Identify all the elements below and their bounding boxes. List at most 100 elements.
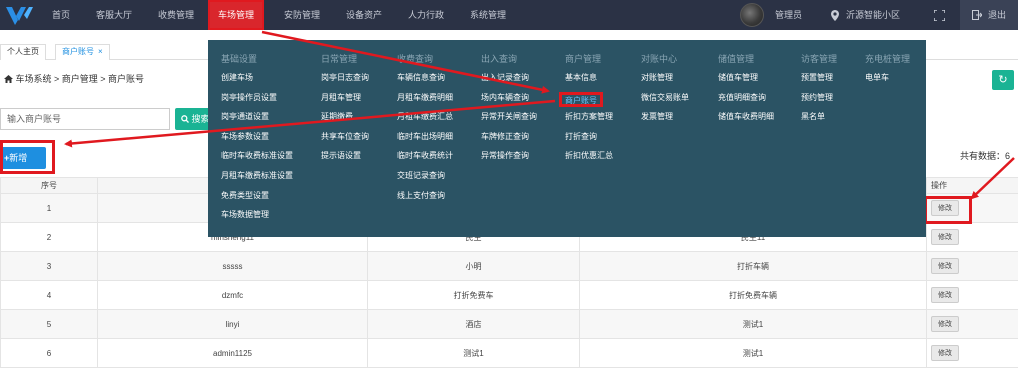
menu-item[interactable]: 岗亭操作员设置 [221,92,293,112]
menu-column-merchant-management: 商户管理 基本信息 商户账号 折扣方案管理 打折查询 折扣优惠汇总 [559,52,613,170]
menu-item[interactable]: 月租车管理 [321,92,369,112]
top-nav-bar: 首页 客服大厅 收费管理 车场管理 安防管理 设备资产 人力行政 系统管理 管理… [0,0,1018,30]
menu-item[interactable]: 车场数据管理 [221,209,293,229]
menu-column-title: 储值管理 [718,54,755,64]
row-index: 4 [0,280,98,310]
breadcrumb-text: 车场系统 > 商户管理 > 商户账号 [15,74,145,84]
breadcrumb: 车场系统 > 商户管理 > 商户账号 [4,72,144,85]
row-name: 打折免费车 [367,280,580,310]
search-input[interactable] [0,108,170,130]
nav-item-hr-admin[interactable]: 人力行政 [408,0,444,30]
nav-item-charge-management[interactable]: 收费管理 [158,0,194,30]
location-pin-icon [831,0,839,30]
menu-item[interactable]: 月租车缴费标准设置 [221,170,293,190]
edit-button[interactable]: 修改 [931,287,959,303]
menu-item[interactable]: 免费类型设置 [221,190,293,210]
menu-column-title: 充电桩管理 [865,54,911,64]
menu-item[interactable]: 共享车位查询 [321,131,369,151]
user-name[interactable]: 管理员 [775,0,802,30]
menu-column-charge-query: 收费查询 车辆信息查询 月租车缴费明细 月租车缴费汇总 临时车出场明细 临时车收… [397,52,453,209]
search-icon [181,114,192,124]
menu-column-charging-pile: 充电桩管理 电单车 [865,52,910,92]
row-discount: 打折免费车辆 [579,280,927,310]
row-index: 1 [0,193,98,223]
menu-column-title: 基础设置 [221,54,258,64]
menu-item[interactable]: 车场参数设置 [221,131,293,151]
row-discount: 测试1 [579,309,927,339]
menu-item[interactable]: 创建车场 [221,72,293,92]
table-row: 6 admin1125 测试1 测试1 修改 [0,338,1018,368]
edit-button[interactable]: 修改 [931,258,959,274]
edit-button[interactable]: 修改 [931,345,959,361]
menu-item[interactable]: 折扣优惠汇总 [565,150,613,170]
menu-item[interactable]: 储值车收费明细 [718,111,774,131]
avatar[interactable] [740,3,764,27]
app-logo[interactable] [4,3,34,27]
menu-item[interactable]: 预约管理 [801,92,837,112]
row-account: sssss [97,251,368,281]
close-icon[interactable]: × [98,47,103,56]
logout-button[interactable]: 退出 [960,0,1018,30]
table-row: 4 dzmfc 打折免费车 打折免费车辆 修改 [0,280,1018,310]
row-index: 3 [0,251,98,281]
menu-item[interactable]: 异常操作查询 [481,150,537,170]
menu-item[interactable]: 提示语设置 [321,150,369,170]
menu-item[interactable]: 打折查询 [565,131,613,151]
logout-icon [972,0,983,30]
menu-item[interactable]: 异常开关闸查询 [481,111,537,131]
refresh-icon: ↻ [998,74,1008,86]
row-name: 酒店 [367,309,580,339]
row-account: dzmfc [97,280,368,310]
nav-item-system-management[interactable]: 系统管理 [470,0,506,30]
tab-personal-home[interactable]: 个人主页 [0,44,46,60]
menu-item[interactable]: 线上支付查询 [397,190,453,210]
menu-item[interactable]: 临时车收费标准设置 [221,150,293,170]
menu-item[interactable]: 出入记录查询 [481,72,537,92]
row-discount: 测试1 [579,338,927,368]
nav-item-parking-management[interactable]: 车场管理 [208,0,265,30]
menu-item[interactable]: 车辆信息查询 [397,72,453,92]
menu-item[interactable]: 月租车缴费汇总 [397,111,453,131]
refresh-button[interactable]: ↻ [992,70,1014,90]
edit-button-highlight [924,196,972,224]
menu-item[interactable]: 交班记录查询 [397,170,453,190]
menu-item[interactable]: 临时车收费统计 [397,150,453,170]
menu-column-title: 日常管理 [321,54,358,64]
menu-item[interactable]: 发票管理 [641,111,689,131]
menu-item[interactable]: 电单车 [865,72,910,92]
menu-item[interactable]: 基本信息 [565,72,613,92]
menu-item[interactable]: 黑名单 [801,111,837,131]
row-index: 6 [0,338,98,368]
nav-item-service-hall[interactable]: 客服大厅 [96,0,132,30]
edit-button[interactable]: 修改 [931,316,959,332]
menu-item[interactable]: 对账管理 [641,72,689,92]
tab-merchant-account[interactable]: 商户账号 × [55,44,110,60]
menu-item[interactable]: 临时车出场明细 [397,131,453,151]
logout-label: 退出 [988,10,1007,20]
menu-column-title: 对账中心 [641,54,678,64]
nav-item-device-assets[interactable]: 设备资产 [346,0,382,30]
row-name: 小明 [367,251,580,281]
fullscreen-icon[interactable] [933,0,946,30]
nav-item-security-management[interactable]: 安防管理 [284,0,320,30]
home-icon [4,74,16,84]
menu-item-merchant-account[interactable]: 商户账号 [559,91,603,107]
nav-item-home[interactable]: 首页 [52,0,70,30]
menu-column-daily-management: 日常管理 岗亭日志查询 月租车管理 延期缴费 共享车位查询 提示语设置 [321,52,369,170]
menu-item[interactable]: 预置管理 [801,72,837,92]
menu-item[interactable]: 岗亭日志查询 [321,72,369,92]
edit-button[interactable]: 修改 [931,229,959,245]
menu-item[interactable]: 微信交易账单 [641,92,689,112]
menu-item[interactable]: 充值明细查询 [718,92,774,112]
menu-item[interactable]: 车牌修正查询 [481,131,537,151]
menu-item[interactable]: 储值车管理 [718,72,774,92]
menu-item[interactable]: 折扣方案管理 [565,111,613,131]
menu-item[interactable]: 场内车辆查询 [481,92,537,112]
menu-column-title: 访客管理 [801,54,838,64]
menu-column-title: 出入查询 [481,54,518,64]
location-selector[interactable]: 沂源智能小区 [846,0,900,30]
menu-item[interactable]: 延期缴费 [321,111,369,131]
total-count: 共有数据：6 [960,151,1011,161]
menu-item[interactable]: 月租车缴费明细 [397,92,453,112]
menu-item[interactable]: 岗亭通道设置 [221,111,293,131]
